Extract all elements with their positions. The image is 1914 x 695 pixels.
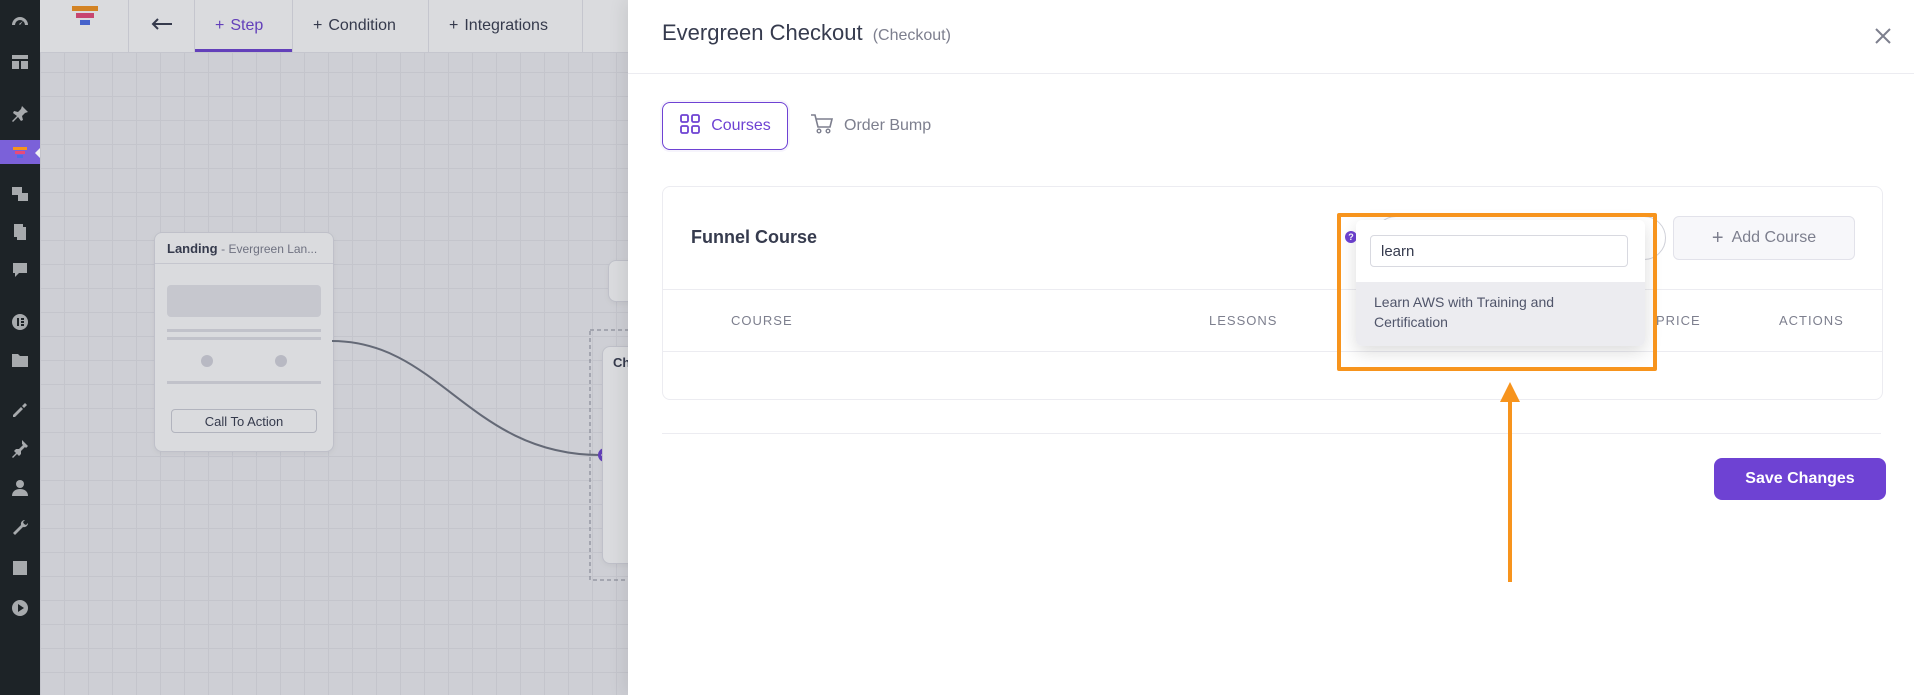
- column-header-course: COURSE: [731, 313, 793, 328]
- dashboard-icon[interactable]: [8, 12, 32, 36]
- drawer-title: Evergreen Checkout (Checkout): [662, 20, 951, 46]
- footer-divider: [662, 433, 1881, 434]
- media-icon[interactable]: [8, 182, 32, 206]
- annotation-highlight-box: [1337, 213, 1657, 371]
- tab-courses[interactable]: Courses: [662, 102, 788, 150]
- column-header-actions: ACTIONS: [1779, 313, 1844, 328]
- layout-icon[interactable]: [8, 50, 32, 74]
- users-icon[interactable]: [8, 476, 32, 500]
- folder-icon[interactable]: [8, 348, 32, 372]
- card-title: Funnel Course: [691, 227, 818, 247]
- column-header-price: PRICE: [1656, 313, 1701, 328]
- step-settings-drawer: Evergreen Checkout (Checkout) Courses Or…: [628, 0, 1914, 695]
- wp-admin-sidebar: [0, 0, 40, 695]
- card-divider: [663, 289, 1882, 290]
- tab-order-bump-label: Order Bump: [844, 117, 932, 134]
- column-header-lessons: LESSONS: [1209, 313, 1278, 328]
- elementor-icon[interactable]: [8, 310, 32, 334]
- funnel-plugin-icon[interactable]: [0, 140, 40, 164]
- close-icon: [1875, 28, 1891, 44]
- close-button[interactable]: [1871, 24, 1895, 48]
- drawer-title-text: Evergreen Checkout: [662, 20, 863, 45]
- modal-backdrop[interactable]: [40, 0, 628, 695]
- plugins-icon[interactable]: [8, 436, 32, 460]
- tab-courses-label: Courses: [711, 117, 771, 134]
- tab-order-bump[interactable]: Order Bump: [810, 102, 931, 150]
- play-icon[interactable]: [8, 596, 32, 620]
- table-header-divider: [663, 351, 1882, 352]
- comments-icon[interactable]: [8, 258, 32, 282]
- add-course-button[interactable]: + Add Course: [1673, 216, 1855, 260]
- add-course-label: Add Course: [1731, 229, 1817, 246]
- drawer-subtitle: (Checkout): [872, 27, 951, 44]
- cart-icon: [810, 113, 834, 140]
- pages-icon[interactable]: [8, 220, 32, 244]
- annotation-arrow-icon: [1500, 382, 1520, 582]
- tools-icon[interactable]: [8, 516, 32, 540]
- plus-icon: +: [1711, 226, 1724, 249]
- pin-icon[interactable]: [8, 102, 32, 126]
- appearance-icon[interactable]: [8, 398, 32, 422]
- header-divider: [628, 73, 1914, 74]
- settings-icon[interactable]: [8, 556, 32, 580]
- grid-icon: [679, 113, 701, 140]
- save-changes-button[interactable]: Save Changes: [1714, 458, 1886, 500]
